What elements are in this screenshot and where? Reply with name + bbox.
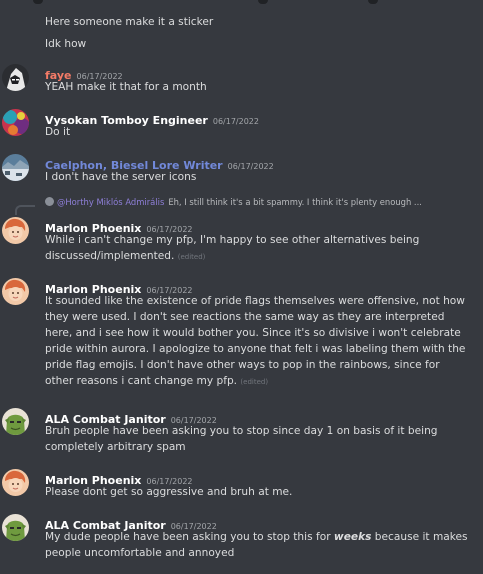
reply-author[interactable]: @Horthy Miklós Admirális: [57, 197, 164, 207]
marlon-phoenix-avatar[interactable]: [2, 278, 29, 305]
edited-tag: (edited): [177, 253, 206, 261]
message-text: Please dont get so aggressive and bruh a…: [45, 486, 293, 498]
message-text: My dude people have been asking you to s…: [45, 531, 468, 543]
message-text: YEAH make it that for a month: [45, 81, 207, 93]
anime-character-avatar[interactable]: [2, 64, 29, 91]
message-text: It sounded like the existence of pride f…: [45, 295, 465, 307]
top-edge-shape: [368, 0, 378, 4]
timestamp: 06/17/2022: [227, 162, 274, 171]
message-text: Idk how: [45, 38, 87, 50]
emphasis-text: weeks: [333, 531, 372, 543]
timestamp: 06/17/2022: [212, 117, 259, 126]
edited-tag: (edited): [240, 378, 269, 386]
landscape-avatar[interactable]: [2, 154, 29, 181]
message-text: other reasons i cant change my pfp. (edi…: [45, 375, 269, 387]
message-text: pride flag emojis. I don't have other wa…: [45, 359, 440, 371]
green-goblin-avatar[interactable]: [2, 514, 29, 541]
reply-connector: [15, 205, 35, 215]
reply-avatar-icon: [45, 197, 54, 206]
message-text: they were used. I don't see reactions th…: [45, 311, 445, 323]
reply-text: Eh, I still think it's a bit spammy. I t…: [168, 197, 422, 207]
marlon-phoenix-avatar[interactable]: [2, 469, 29, 496]
message-text: people uncomfortable and annoyed: [45, 547, 235, 559]
message-text: Here someone make it a sticker: [45, 16, 214, 28]
message-text: pride within aurora. I apologize to anyo…: [45, 343, 466, 355]
message-text: Do it: [45, 126, 71, 138]
marlon-phoenix-avatar[interactable]: [2, 217, 29, 244]
message-text: I don't have the server icons: [45, 171, 197, 183]
colorful-abstract-avatar[interactable]: [2, 109, 29, 136]
reply-preview[interactable]: @Horthy Miklós Admirális Eh, I still thin…: [45, 197, 422, 207]
top-edge-shape: [258, 0, 268, 4]
green-goblin-avatar[interactable]: [2, 408, 29, 435]
top-edge-shape: [33, 0, 43, 4]
message-text: here, and i see how it would bother you.…: [45, 327, 461, 339]
message-text: Bruh people have been asking you to stop…: [45, 425, 438, 437]
message-text: While i can't change my pfp, I'm happy t…: [45, 234, 420, 246]
message-text: discussed/implemented. (edited): [45, 250, 206, 262]
message-text: completely arbitrary spam: [45, 441, 186, 453]
